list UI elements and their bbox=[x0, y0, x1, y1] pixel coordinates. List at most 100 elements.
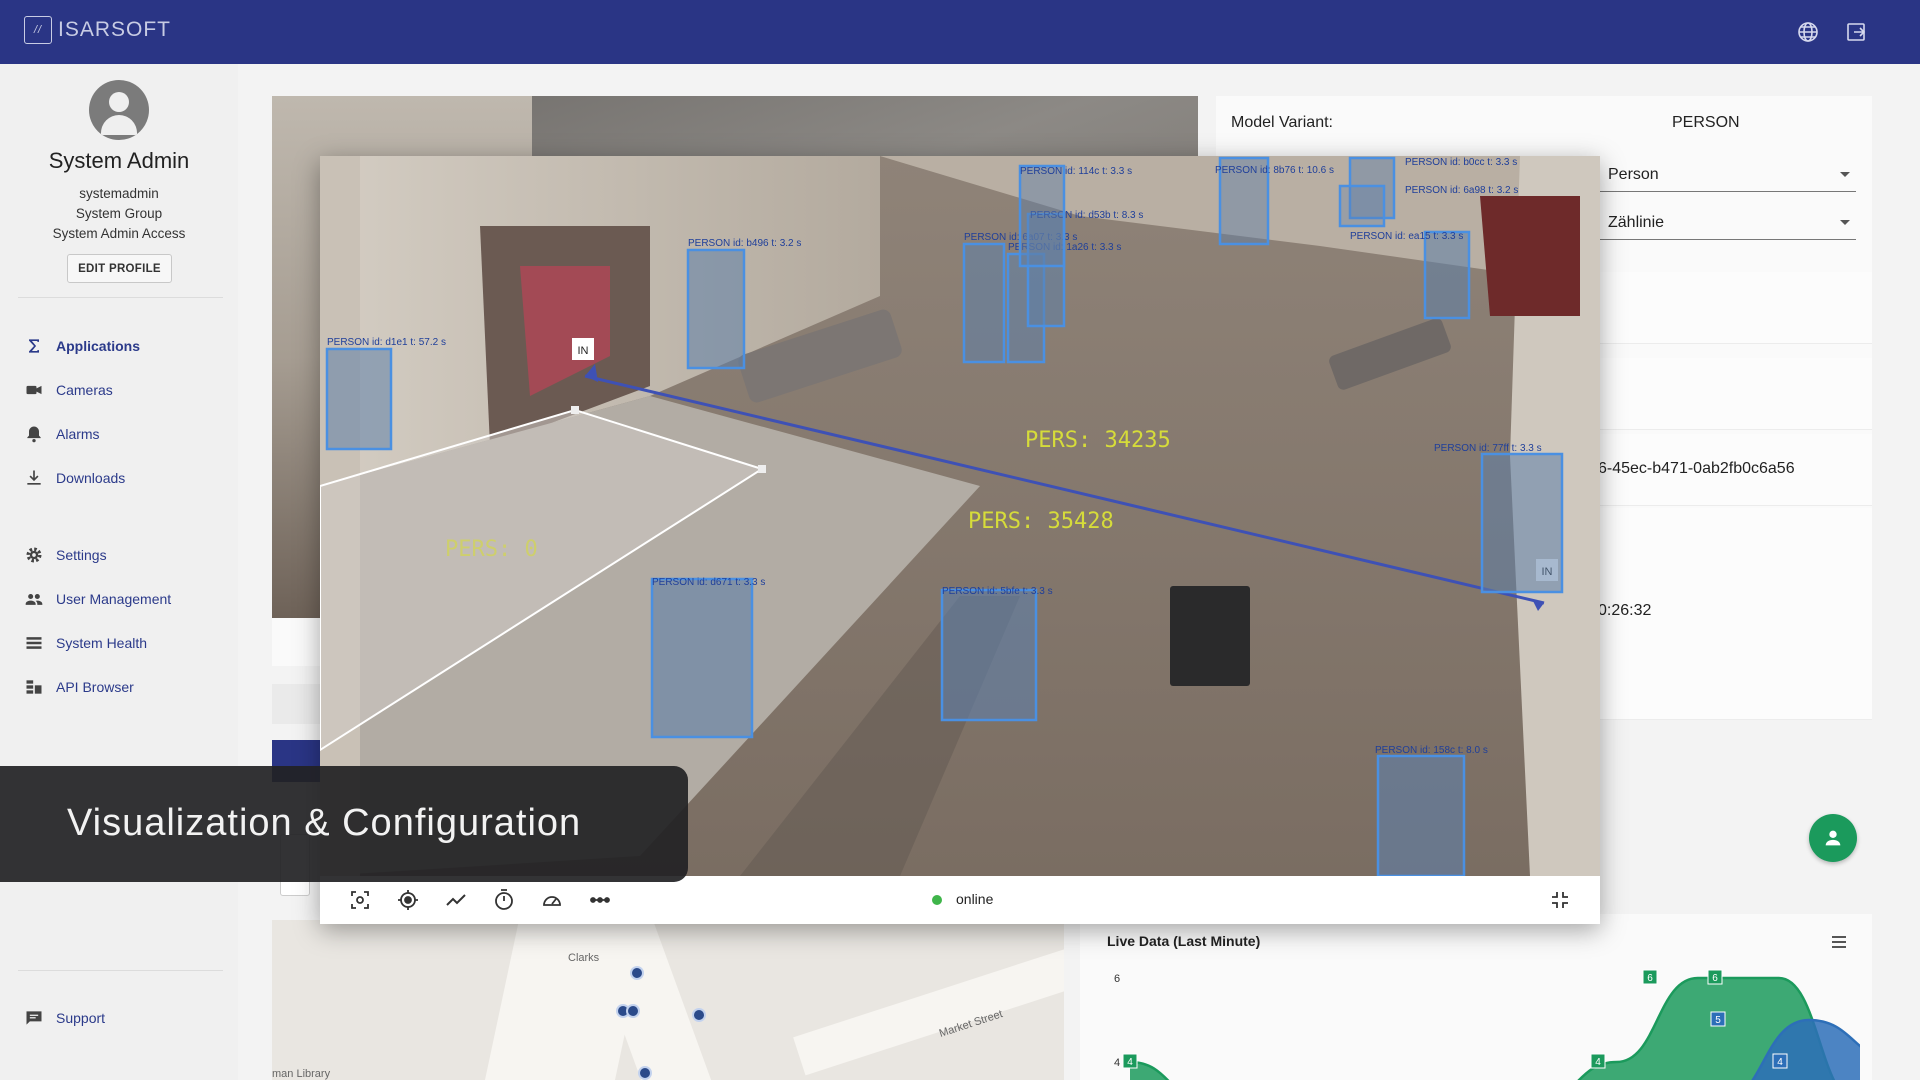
sidebar-item-label: System Health bbox=[56, 635, 148, 651]
series-area bbox=[1130, 978, 1834, 1080]
sidebar-item-api-browser[interactable]: API Browser bbox=[24, 675, 134, 699]
user-group: System Group bbox=[75, 206, 163, 221]
counter-line-total: PERS: 34235 bbox=[1025, 428, 1171, 453]
svg-text:5: 5 bbox=[1715, 1015, 1721, 1026]
dropdown-arrow-icon bbox=[1840, 172, 1850, 177]
detection-label: PERSON id: b0cc t: 3.3 s bbox=[1405, 157, 1517, 168]
detection-label: PERSON id: 6a98 t: 3.2 s bbox=[1405, 185, 1518, 196]
sigma-icon bbox=[24, 336, 44, 356]
dropdown-arrow-icon bbox=[1840, 220, 1850, 225]
add-user-button[interactable] bbox=[1809, 814, 1857, 862]
download-icon bbox=[24, 468, 44, 488]
sidebar-item-applications[interactable]: Applications bbox=[24, 334, 140, 358]
live-data-title: Live Data (Last Minute) bbox=[1107, 933, 1261, 949]
viewer-toolbar: online bbox=[320, 876, 1600, 924]
counting-type-select[interactable]: Zählinie bbox=[1594, 210, 1856, 240]
chat-icon bbox=[24, 1008, 44, 1028]
svg-text:6: 6 bbox=[1712, 973, 1718, 984]
detection-label: PERSON id: b496 t: 3.2 s bbox=[688, 238, 801, 249]
detection-label: PERSON id: 77ff t: 3.3 s bbox=[1434, 443, 1542, 454]
line-tool-icon[interactable] bbox=[588, 888, 612, 912]
sidebar: System Admin systemadmin System Group Sy… bbox=[0, 64, 238, 1080]
stream-status: online bbox=[956, 891, 994, 907]
detection-label: PERSON id: d671 t: 3.3 s bbox=[652, 577, 765, 588]
user-display-name: System Admin bbox=[48, 148, 190, 173]
map-marker[interactable] bbox=[626, 1004, 640, 1018]
data-label: 6 bbox=[1707, 969, 1723, 985]
counter-zone: PERS: 0 bbox=[445, 537, 538, 562]
top-app-bar: // ISARSOFT bbox=[0, 0, 1920, 64]
sidebar-item-label: User Management bbox=[56, 591, 172, 607]
brand-logo-mark: // bbox=[24, 16, 52, 44]
map-label: man Library bbox=[272, 1068, 331, 1080]
menu-icon[interactable] bbox=[1830, 933, 1848, 951]
class-select-value: Person bbox=[1608, 166, 1659, 183]
timer-icon[interactable] bbox=[492, 888, 516, 912]
line-tag-a: IN bbox=[578, 345, 589, 357]
class-select[interactable]: Person bbox=[1594, 162, 1856, 192]
map-marker[interactable] bbox=[692, 1008, 706, 1022]
map-label: Clarks bbox=[568, 952, 600, 964]
user-access: System Admin Access bbox=[52, 226, 186, 241]
svg-text:4: 4 bbox=[1777, 1057, 1783, 1068]
model-variant-label: Model Variant: bbox=[1231, 114, 1333, 131]
data-label: 4 bbox=[1122, 1053, 1138, 1069]
brand-logo[interactable]: // ISARSOFT bbox=[24, 16, 171, 44]
y-tick-label: 4 bbox=[1114, 1057, 1120, 1069]
api-icon bbox=[24, 677, 44, 697]
status-indicator bbox=[932, 895, 942, 905]
detection-label: PERSON id: 5bfe t: 3.3 s bbox=[942, 586, 1053, 597]
data-label: 6 bbox=[1642, 969, 1658, 985]
sidebar-item-alarms[interactable]: Alarms bbox=[24, 422, 100, 446]
camera-icon bbox=[24, 380, 44, 400]
counting-type-value: Zählinie bbox=[1608, 214, 1665, 231]
target-icon[interactable] bbox=[396, 888, 420, 912]
detection-label: PERSON id: 114c t: 3.3 s bbox=[1020, 166, 1132, 177]
bell-icon bbox=[24, 424, 44, 444]
sidebar-item-support[interactable]: Support bbox=[24, 1006, 105, 1030]
data-label: 4 bbox=[1772, 1053, 1788, 1069]
data-label: 5 bbox=[1710, 1011, 1726, 1027]
sidebar-item-system-health[interactable]: System Health bbox=[24, 631, 147, 655]
y-tick-label: 6 bbox=[1114, 973, 1120, 985]
map-marker[interactable] bbox=[638, 1066, 652, 1080]
live-data-chart: 64 46 654 4 bbox=[1114, 969, 1860, 1080]
sidebar-item-label: Applications bbox=[56, 338, 141, 354]
speed-icon[interactable] bbox=[540, 888, 564, 912]
map-marker[interactable] bbox=[630, 966, 644, 980]
caption-text: Visualization & Configuration bbox=[67, 802, 582, 844]
focus-icon[interactable] bbox=[348, 888, 372, 912]
sidebar-item-downloads[interactable]: Downloads bbox=[24, 466, 125, 490]
data-label: 4 bbox=[1590, 1053, 1606, 1069]
model-variant-value: PERSON bbox=[1672, 114, 1740, 131]
sidebar-item-user-management[interactable]: User Management bbox=[24, 587, 171, 611]
edit-profile-button[interactable]: EDIT PROFILE bbox=[67, 254, 172, 283]
trend-icon[interactable] bbox=[444, 888, 468, 912]
people-icon bbox=[24, 589, 44, 609]
svg-text:4: 4 bbox=[1595, 1057, 1601, 1068]
sidebar-item-label: Cameras bbox=[56, 382, 113, 398]
svg-text:4: 4 bbox=[1127, 1057, 1133, 1068]
person-icon bbox=[1825, 830, 1841, 846]
sidebar-item-label: Settings bbox=[56, 547, 107, 563]
sidebar-item-label: Downloads bbox=[56, 470, 126, 486]
user-username: systemadmin bbox=[79, 186, 159, 201]
location-map[interactable]: Clarks Market Street man Library bbox=[272, 920, 1064, 1080]
logout-icon[interactable] bbox=[1844, 20, 1868, 44]
sidebar-item-cameras[interactable]: Cameras bbox=[24, 378, 113, 402]
sidebar-divider bbox=[18, 970, 223, 971]
sidebar-item-settings[interactable]: Settings bbox=[24, 543, 107, 567]
counter-line-secondary: PERS: 35428 bbox=[968, 509, 1114, 534]
detection-label: PERSON id: ea15 t: 3.3 s bbox=[1350, 231, 1463, 242]
avatar[interactable] bbox=[89, 80, 149, 140]
detection-label: PERSON id: 158c t: 8.0 s bbox=[1375, 745, 1488, 756]
exit-fullscreen-icon[interactable] bbox=[1548, 888, 1572, 912]
detection-label: PERSON id: d1e1 t: 57.2 s bbox=[327, 337, 446, 348]
time-value: 0:26:32 bbox=[1598, 602, 1652, 619]
sidebar-item-label: API Browser bbox=[56, 679, 134, 695]
globe-icon[interactable] bbox=[1796, 20, 1820, 44]
svg-text:6: 6 bbox=[1647, 973, 1653, 984]
sidebar-item-label: Alarms bbox=[56, 426, 100, 442]
list-icon bbox=[24, 633, 44, 653]
uuid-value: 6-45ec-b471-0ab2fb0c6a56 bbox=[1598, 460, 1795, 477]
